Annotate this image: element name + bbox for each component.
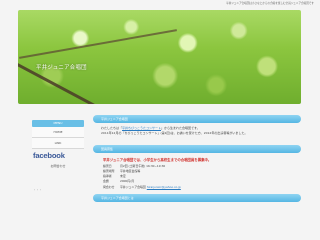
info-row-contact: 問合わせ 平井ジュニア合唱団 hiraijunior@yahoo.co.jp: [103, 185, 301, 190]
menu-header: MENU: [32, 120, 84, 127]
info-value: 平井地区会館等: [120, 169, 141, 174]
recruit-highlight: 平井ジュニア合唱団では、小学生から高校生までの合唱団員を募集中。: [103, 157, 212, 162]
section-heading-what-is: 平井ジュニア合唱団とは: [93, 193, 301, 202]
info-value: 2000円/月: [120, 179, 135, 184]
nav-home[interactable]: HOME: [32, 127, 84, 138]
top-tagline: 平井ジュニア合唱団は小さなとからの合唱を楽しむ全員ジュニア合唱団です: [226, 2, 314, 5]
facebook-logo-text: facebook: [33, 151, 65, 160]
contact-email-link[interactable]: hiraijunior@yahoo.co.jp: [147, 185, 181, 189]
sidebar: MENU HOME LINK facebook お問合わせ ・・・: [32, 120, 84, 192]
main-content: 平井ジュニア合唱団 わたしたちは「平井ちびっこうたコンサート」から生まれた合唱団…: [93, 115, 301, 202]
intro-text-pre: わたしたちは「: [101, 126, 123, 130]
info-key: 問合わせ: [103, 184, 115, 189]
site-title[interactable]: 平井ジュニア合唱団: [36, 63, 87, 71]
sidebar-dots: ・・・: [33, 188, 43, 192]
info-value: 未定: [120, 174, 126, 179]
facebook-link[interactable]: facebook: [32, 151, 84, 163]
info-value: 平井ジュニア合唱団: [120, 184, 146, 189]
header-banner: 平井ジュニア合唱団: [18, 10, 301, 104]
concert-link[interactable]: 平井ちびっこうたコンサート: [122, 126, 161, 130]
section-heading-recruit: 団員募集: [93, 144, 301, 153]
recruit-info: 練習日 月2回 (土曜日午後) 16:30~19:30 練習場所 平井地区会館等 指…: [93, 164, 301, 190]
nav-link[interactable]: LINK: [32, 138, 84, 149]
intro-paragraph: わたしたちは「平井ちびっこうたコンサート」から生まれた合唱団です。 2011年1…: [93, 123, 301, 139]
info-value: 月2回 (土曜日午後) 16:30~19:30: [120, 163, 166, 168]
intro-text-line2: 2011年12月の「ちびっこうたコンサート」(第1回)は、お誘いを受けた方、20…: [101, 131, 248, 136]
banner-branch-decoration: [19, 29, 177, 59]
section-heading-about: 平井ジュニア合唱団: [93, 115, 301, 123]
contact-link[interactable]: お問合わせ: [32, 164, 84, 168]
intro-text-post: 」から生まれた合唱団です。: [161, 126, 200, 130]
